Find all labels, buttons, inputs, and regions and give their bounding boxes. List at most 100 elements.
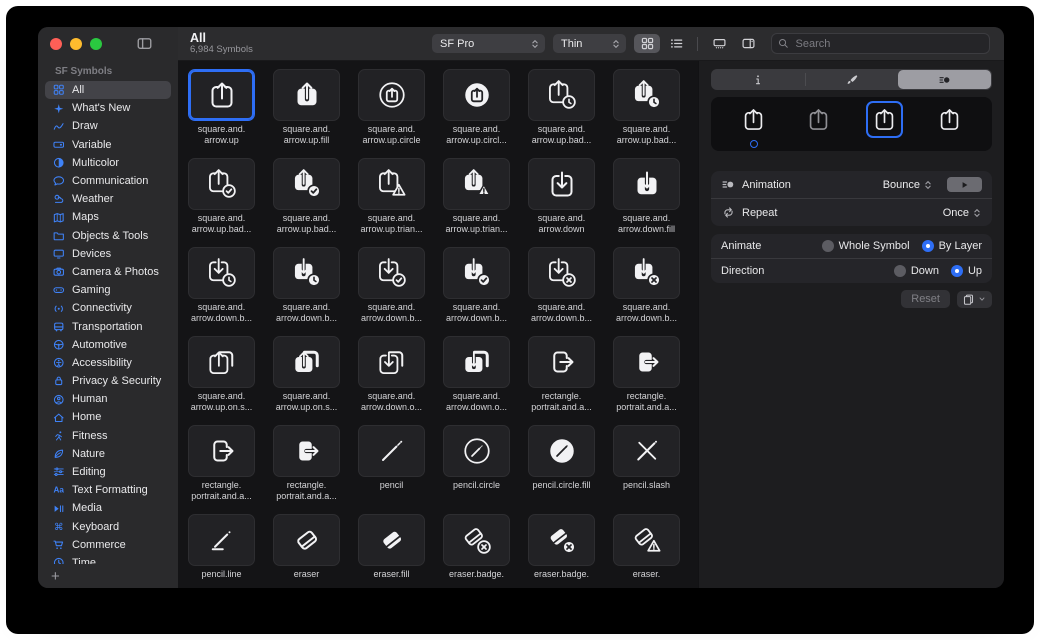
stepper-icon [530, 39, 540, 49]
symbol-sq-up-double-fill[interactable]: square.and.arrow.up.on.s... [273, 336, 340, 413]
sidebar-item-objects-tools[interactable]: Objects & Tools [45, 227, 171, 245]
symbol-rect-right-fill[interactable]: rectangle.portrait.and.a... [613, 336, 680, 413]
inspector-toggle-button[interactable] [735, 34, 761, 53]
symbol-sq-up-fill-badge-warn[interactable]: square.and.arrow.up.trian... [443, 158, 510, 235]
tab-rendering[interactable] [806, 70, 899, 89]
symbol-rect-right-fill[interactable]: rectangle.portrait.and.a... [273, 425, 340, 502]
bus-icon [53, 321, 65, 333]
sidebar-item-camera-photos[interactable]: Camera & Photos [45, 263, 171, 281]
sidebar-item-keyboard[interactable]: ⌘ Keyboard [45, 518, 171, 536]
symbol-sq-up-circle-fill[interactable]: square.and.arrow.up.circl... [443, 69, 510, 146]
symbol-rect-right[interactable]: rectangle.portrait.and.a... [188, 425, 255, 502]
sidebar-item-draw[interactable]: Draw [45, 117, 171, 135]
weight-select[interactable]: Thin [553, 34, 626, 53]
symbol-pencil-slash[interactable]: pencil.slash [613, 425, 680, 502]
sidebar-item-gaming[interactable]: Gaming [45, 281, 171, 299]
radio-up[interactable]: Up [951, 265, 982, 277]
symbol-sq-up-badge-clock[interactable]: square.and.arrow.up.bad... [528, 69, 595, 146]
zoom-window-button[interactable] [90, 38, 102, 50]
symbol-sq-up-badge-warn[interactable]: square.and.arrow.up.trian... [358, 158, 425, 235]
radio-down[interactable]: Down [894, 265, 939, 277]
add-collection-button[interactable]: + [38, 564, 178, 588]
symbol-sq-down-badge-clock[interactable]: square.and.arrow.down.b... [188, 247, 255, 324]
sidebar-item-all[interactable]: All [45, 81, 171, 99]
sidebar-item-commerce[interactable]: Commerce [45, 536, 171, 554]
minimize-window-button[interactable] [70, 38, 82, 50]
tab-animation[interactable] [898, 70, 991, 89]
symbol-eraser[interactable]: eraser [273, 514, 340, 580]
symbol-sq-down-double[interactable]: square.and.arrow.down.o... [358, 336, 425, 413]
sidebar-item-transportation[interactable]: Transportation [45, 317, 171, 335]
sidebar-item-text-formatting[interactable]: Aa Text Formatting [45, 481, 171, 499]
symbol-eraser-fill-badge-x[interactable]: eraser.badge. [528, 514, 595, 580]
symbol-sq-up-circle[interactable]: square.and.arrow.up.circle [358, 69, 425, 146]
symbol-sq-down-badge-check[interactable]: square.and.arrow.down.b... [358, 247, 425, 324]
play-animation-button[interactable] [947, 177, 982, 192]
gallery-view-button[interactable] [706, 34, 732, 53]
radio-control[interactable] [822, 240, 834, 252]
sidebar-item-connectivity[interactable]: Connectivity [45, 299, 171, 317]
symbol-sq-up-fill-badge-clock[interactable]: square.and.arrow.up.bad... [613, 69, 680, 146]
symbol-eraser-badge-x[interactable]: eraser.badge. [443, 514, 510, 580]
sidebar-item-variable[interactable]: Variable [45, 136, 171, 154]
symbol-pencil-line[interactable]: pencil.line [188, 514, 255, 580]
sidebar-item-weather[interactable]: Weather [45, 190, 171, 208]
search-field[interactable] [771, 33, 990, 54]
symbol-rect-right[interactable]: rectangle.portrait.and.a... [528, 336, 595, 413]
preview-variant-1[interactable] [735, 101, 772, 148]
symbol-sq-down-fill-badge-clock[interactable]: square.and.arrow.down.b... [273, 247, 340, 324]
symbol-eraser-badge-warn[interactable]: eraser. [613, 514, 680, 580]
sidebar-item-what-s-new[interactable]: What's New [45, 99, 171, 117]
repeat-select[interactable]: Once [943, 207, 982, 219]
symbol-sq-down-double-fill[interactable]: square.and.arrow.down.o... [443, 336, 510, 413]
sidebar-item-human[interactable]: Human [45, 390, 171, 408]
symbol-pencil-circle[interactable]: pencil.circle [443, 425, 510, 502]
symbol-sq-down-fill-badge-check[interactable]: square.and.arrow.down.b... [443, 247, 510, 324]
symbol-sq-up-double[interactable]: square.and.arrow.up.on.s... [188, 336, 255, 413]
tab-info[interactable] [712, 70, 805, 89]
close-window-button[interactable] [50, 38, 62, 50]
sidebar-item-time[interactable]: Time [45, 554, 171, 564]
symbol-grid-pane[interactable]: square.and.arrow.up square.and.arrow.up.… [178, 61, 698, 588]
radio-control[interactable] [922, 240, 934, 252]
sidebar-item-home[interactable]: Home [45, 408, 171, 426]
sidebar-item-communication[interactable]: Communication [45, 172, 171, 190]
sidebar-item-automotive[interactable]: Automotive [45, 336, 171, 354]
sidebar-toggle-icon[interactable] [137, 36, 152, 51]
preview-variant-4[interactable] [931, 101, 968, 148]
sidebar-item-nature[interactable]: Nature [45, 445, 171, 463]
sidebar-item-privacy-security[interactable]: Privacy & Security [45, 372, 171, 390]
sidebar-item-media[interactable]: Media [45, 499, 171, 517]
symbol-sq-up-fill[interactable]: square.and.arrow.up.fill [273, 69, 340, 146]
radio-by-layer[interactable]: By Layer [922, 240, 982, 252]
reset-button[interactable]: Reset [901, 290, 950, 308]
preview-variant-2[interactable] [800, 101, 837, 148]
symbol-sq-up[interactable]: square.and.arrow.up [188, 69, 255, 146]
symbol-sq-up-badge-check[interactable]: square.and.arrow.up.bad... [188, 158, 255, 235]
sidebar-item-editing[interactable]: Editing [45, 463, 171, 481]
copy-animation-button[interactable] [957, 291, 992, 308]
grid-view-button[interactable] [634, 34, 660, 53]
symbol-sq-down-fill[interactable]: square.and.arrow.down.fill [613, 158, 680, 235]
symbol-pencil[interactable]: pencil [358, 425, 425, 502]
search-input[interactable] [794, 37, 984, 51]
list-view-button[interactable] [663, 34, 689, 53]
preview-variant-3[interactable] [866, 101, 903, 148]
symbol-eraser-fill[interactable]: eraser.fill [358, 514, 425, 580]
animation-style-select[interactable]: Bounce [883, 179, 933, 191]
radio-whole-symbol[interactable]: Whole Symbol [822, 240, 910, 252]
pencil-line-icon [207, 525, 237, 555]
symbol-sq-up-fill-badge-check[interactable]: square.and.arrow.up.bad... [273, 158, 340, 235]
symbol-sq-down[interactable]: square.and.arrow.down [528, 158, 595, 235]
sidebar-item-accessibility[interactable]: Accessibility [45, 354, 171, 372]
sidebar-item-devices[interactable]: Devices [45, 245, 171, 263]
sidebar-item-multicolor[interactable]: Multicolor [45, 154, 171, 172]
radio-control[interactable] [951, 265, 963, 277]
symbol-pencil-circle-fill[interactable]: pencil.circle.fill [528, 425, 595, 502]
font-select[interactable]: SF Pro [432, 34, 545, 53]
symbol-sq-down-fill-badge-x[interactable]: square.and.arrow.down.b... [613, 247, 680, 324]
sidebar-item-fitness[interactable]: Fitness [45, 427, 171, 445]
radio-control[interactable] [894, 265, 906, 277]
symbol-sq-down-badge-x[interactable]: square.and.arrow.down.b... [528, 247, 595, 324]
sidebar-item-maps[interactable]: Maps [45, 208, 171, 226]
